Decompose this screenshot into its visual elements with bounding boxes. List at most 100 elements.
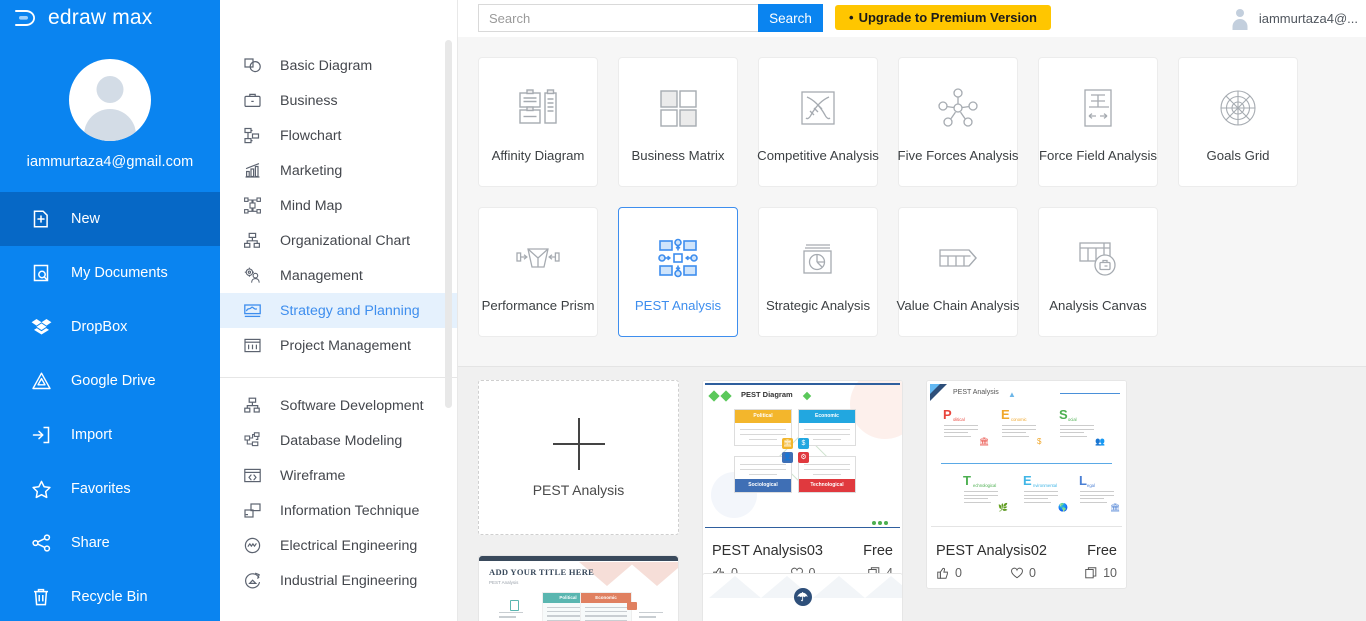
star-icon bbox=[30, 478, 52, 500]
sidebar-item-recycle-bin[interactable]: Recycle Bin bbox=[0, 570, 220, 621]
template-card-partial[interactable]: ☂ bbox=[702, 573, 903, 621]
sidebar-item-dropbox[interactable]: DropBox bbox=[0, 300, 220, 354]
search-input[interactable] bbox=[478, 4, 758, 32]
wireframe-icon bbox=[241, 465, 263, 487]
type-card-label: Competitive Analysis bbox=[757, 148, 879, 163]
template-stats: 0 0 bbox=[936, 566, 1117, 580]
search-button[interactable]: Search bbox=[758, 4, 823, 32]
category-item-label: Business bbox=[280, 92, 338, 109]
sidebar-item-label: Google Drive bbox=[71, 373, 156, 389]
like-stat[interactable]: 0 bbox=[936, 566, 1010, 580]
type-card-goals-grid[interactable]: Goals Grid bbox=[1178, 57, 1298, 187]
sidebar-item-share[interactable]: Share bbox=[0, 516, 220, 570]
category-item-marketing[interactable]: Marketing bbox=[220, 153, 457, 188]
type-card-value-chain-analysis[interactable]: Value Chain Analysis bbox=[897, 207, 1019, 337]
flowchart-icon bbox=[241, 125, 263, 147]
letter-t: T bbox=[963, 473, 971, 488]
category-item-basic-diagram[interactable]: Basic Diagram bbox=[220, 48, 457, 83]
edraw-logo-icon bbox=[13, 6, 39, 30]
type-card-analysis-canvas[interactable]: Analysis Canvas bbox=[1038, 207, 1158, 337]
diagram-types-panel: Affinity Diagram Business Matrix Competi… bbox=[458, 37, 1366, 367]
category-item-database-modeling[interactable]: Database Modeling bbox=[220, 423, 457, 458]
value-chain-icon bbox=[930, 230, 986, 286]
type-card-label: Goals Grid bbox=[1206, 148, 1270, 163]
category-item-strategy-and-planning[interactable]: Strategy and Planning bbox=[220, 293, 457, 328]
profile-email: iammurtaza4@gmail.com bbox=[26, 154, 194, 170]
force-field-icon bbox=[1070, 80, 1126, 136]
my-documents-icon bbox=[30, 262, 52, 284]
category-item-label: Strategy and Planning bbox=[280, 302, 420, 319]
type-card-label: PEST Analysis bbox=[634, 298, 722, 313]
category-item-label: Software Development bbox=[280, 397, 424, 414]
category-list-secondary: Software Development Database Modeling W… bbox=[220, 378, 457, 598]
category-item-business[interactable]: Business bbox=[220, 83, 457, 118]
type-card-label: Value Chain Analysis bbox=[896, 298, 1020, 313]
category-item-information-technique[interactable]: Information Technique bbox=[220, 493, 457, 528]
category-item-label: Organizational Chart bbox=[280, 232, 411, 249]
template-meta: PEST Analysis02 Free 0 0 10 bbox=[927, 536, 1126, 588]
import-icon bbox=[30, 424, 52, 446]
category-scrollbar[interactable] bbox=[445, 40, 452, 408]
category-item-electrical-engineering[interactable]: Electrical Engineering bbox=[220, 528, 457, 563]
blank-template-card[interactable]: PEST Analysis bbox=[478, 380, 679, 535]
account-menu[interactable]: iammurtaza4@... bbox=[1231, 0, 1358, 37]
type-card-five-forces-analysis[interactable]: Five Forces Analysis bbox=[898, 57, 1018, 187]
category-item-industrial-engineering[interactable]: Industrial Engineering bbox=[220, 563, 457, 598]
sidebar-item-google-drive[interactable]: Google Drive bbox=[0, 354, 220, 408]
type-card-force-field-analysis[interactable]: Force Field Analysis bbox=[1038, 57, 1158, 187]
category-item-wireframe[interactable]: Wireframe bbox=[220, 458, 457, 493]
basic-diagram-icon bbox=[241, 55, 263, 77]
profile-block: iammurtaza4@gmail.com bbox=[0, 36, 220, 170]
letter-p: P bbox=[943, 407, 952, 422]
letter-e2: E bbox=[1023, 473, 1032, 488]
word-p: olitical bbox=[953, 417, 965, 422]
template-logo-icon: ☂ bbox=[793, 588, 812, 606]
word-e1: conomic bbox=[1011, 417, 1027, 422]
upgrade-to-premium-button[interactable]: • Upgrade to Premium Version bbox=[835, 5, 1051, 30]
type-card-affinity-diagram[interactable]: Affinity Diagram bbox=[478, 57, 598, 187]
template-card-pest-analysis02[interactable]: PEST Analysis ▲ P olitical 🏛 E conomic $ bbox=[926, 380, 1127, 589]
electrical-engineering-icon bbox=[241, 535, 263, 557]
template-title: PEST Analysis02 bbox=[936, 543, 1047, 559]
sidebar-item-label: New bbox=[71, 211, 101, 227]
category-item-project-management[interactable]: Project Management bbox=[220, 328, 457, 363]
template-thumbnail: PEST Diagram Political Economic Sociolog… bbox=[703, 381, 902, 536]
category-item-label: Wireframe bbox=[280, 467, 346, 484]
template-card-add-title[interactable]: ADD YOUR TITLE HERE PEST Analysis Politi… bbox=[478, 555, 679, 621]
pest-analysis-icon bbox=[650, 230, 706, 286]
sidebar-item-my-documents[interactable]: My Documents bbox=[0, 246, 220, 300]
category-item-flowchart[interactable]: Flowchart bbox=[220, 118, 457, 153]
sidebar-item-import[interactable]: Import bbox=[0, 408, 220, 462]
type-card-business-matrix[interactable]: Business Matrix bbox=[618, 57, 738, 187]
type-card-pest-analysis[interactable]: PEST Analysis bbox=[618, 207, 738, 337]
copies-stat[interactable]: 10 bbox=[1084, 566, 1117, 580]
org-chart-icon bbox=[241, 230, 263, 252]
type-card-performance-prism[interactable]: Performance Prism bbox=[478, 207, 598, 337]
category-item-mind-map[interactable]: Mind Map bbox=[220, 188, 457, 223]
analysis-canvas-icon bbox=[1070, 230, 1126, 286]
type-card-competitive-analysis[interactable]: Competitive Analysis bbox=[757, 57, 879, 187]
quadrant-label: Sociological bbox=[748, 482, 778, 488]
main-area: Search • Upgrade to Premium Version iamm… bbox=[458, 0, 1366, 621]
type-card-strategic-analysis[interactable]: Strategic Analysis bbox=[758, 207, 878, 337]
copies-count: 10 bbox=[1103, 566, 1117, 580]
top-bar: Search • Upgrade to Premium Version iamm… bbox=[458, 0, 1366, 37]
letter-s: S bbox=[1059, 407, 1068, 422]
category-item-label: Information Technique bbox=[280, 502, 420, 519]
brand: edraw max bbox=[0, 0, 220, 36]
quadrant-label: Political bbox=[753, 413, 773, 419]
sidebar-item-new[interactable]: New bbox=[0, 192, 220, 246]
category-item-organizational-chart[interactable]: Organizational Chart bbox=[220, 223, 457, 258]
sidebar-item-label: Recycle Bin bbox=[71, 589, 148, 605]
avatar bbox=[1231, 9, 1250, 28]
thumbnail-subtitle: PEST Analysis bbox=[489, 580, 519, 585]
five-forces-icon bbox=[930, 80, 986, 136]
category-item-label: Industrial Engineering bbox=[280, 572, 418, 589]
category-item-management[interactable]: Management bbox=[220, 258, 457, 293]
word-l: egal bbox=[1087, 483, 1095, 488]
category-item-software-development[interactable]: Software Development bbox=[220, 388, 457, 423]
sidebar-item-favorites[interactable]: Favorites bbox=[0, 462, 220, 516]
type-card-label: Force Field Analysis bbox=[1039, 148, 1157, 163]
favorite-stat[interactable]: 0 bbox=[1010, 566, 1084, 580]
word-s: ocial bbox=[1068, 417, 1077, 422]
